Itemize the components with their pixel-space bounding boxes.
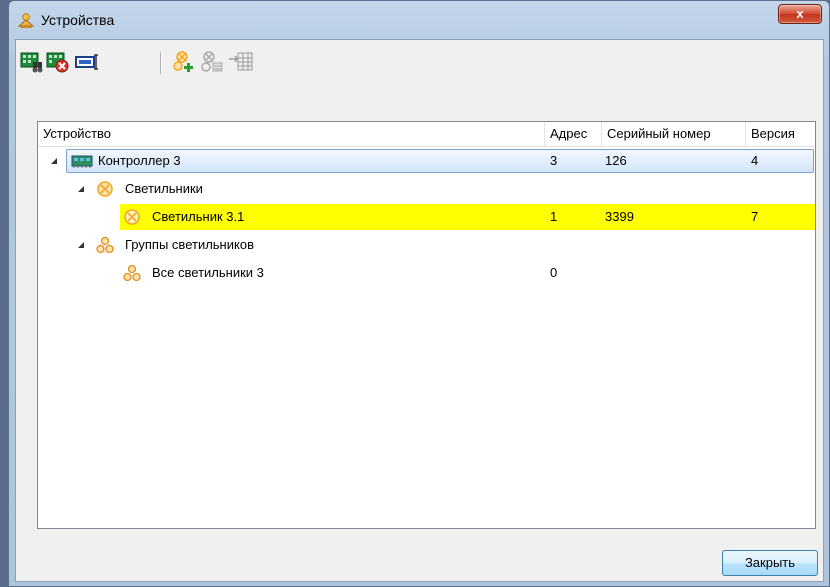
controller-remove-icon[interactable]	[46, 51, 70, 73]
column-header-version[interactable]: Версия	[746, 122, 815, 146]
table-row[interactable]: Группы светильников	[38, 231, 815, 259]
toolbar	[16, 40, 823, 80]
device-name: Группы светильников	[125, 237, 254, 252]
device-name: Контроллер 3	[98, 153, 181, 168]
device-version: 4	[751, 153, 759, 168]
title-bar[interactable]: Устройства x	[9, 1, 829, 37]
device-name: Светильник 3.1	[152, 209, 245, 224]
window-title: Устройства	[41, 12, 115, 28]
device-address: 3	[550, 153, 558, 168]
client-area: Устройство Адрес Серийный номер Версия К…	[15, 39, 824, 582]
devices-tree[interactable]: Устройство Адрес Серийный номер Версия К…	[37, 121, 816, 529]
toolbar-separator	[160, 52, 162, 74]
device-serial: 126	[605, 153, 627, 168]
device-name: Все светильники 3	[152, 265, 264, 280]
table-row[interactable]: Светильники	[38, 175, 815, 203]
add-fixture-group-icon-disabled[interactable]	[200, 51, 224, 73]
fixture-group-icon	[123, 264, 141, 282]
device-address: 0	[550, 265, 558, 280]
controller-board-icon	[71, 155, 93, 168]
fixture-icon	[124, 209, 140, 225]
collapse-triangle-icon[interactable]	[49, 156, 59, 166]
column-header-device[interactable]: Устройство	[38, 122, 545, 146]
device-serial: 3399	[605, 209, 634, 224]
add-fixture-icon[interactable]	[172, 51, 196, 73]
tree-header: Устройство Адрес Серийный номер Версия	[38, 122, 815, 147]
controller-properties-icon[interactable]	[74, 51, 104, 73]
devices-window: Устройства x Устройство Адрес Серийный н…	[8, 0, 830, 587]
device-version: 7	[751, 209, 759, 224]
collapse-triangle-icon[interactable]	[76, 184, 86, 194]
close-button[interactable]: Закрыть	[722, 550, 818, 576]
device-name: Светильники	[125, 181, 203, 196]
fixture-icon	[97, 181, 113, 197]
controller-search-icon[interactable]	[20, 51, 44, 73]
table-row[interactable]: Контроллер 3 3 126 4	[38, 147, 815, 175]
devices-app-icon	[17, 13, 35, 28]
table-row[interactable]: Светильник 3.1 1 3399 7	[38, 203, 815, 231]
column-header-address[interactable]: Адрес	[545, 122, 602, 146]
collapse-triangle-icon[interactable]	[76, 240, 86, 250]
device-address: 1	[550, 209, 558, 224]
column-header-serial[interactable]: Серийный номер	[602, 122, 746, 146]
table-row[interactable]: Все светильники 3 0	[38, 259, 815, 287]
import-grid-icon-disabled[interactable]	[228, 51, 254, 73]
fixture-group-icon	[96, 236, 114, 254]
window-close-button[interactable]: x	[778, 4, 822, 24]
